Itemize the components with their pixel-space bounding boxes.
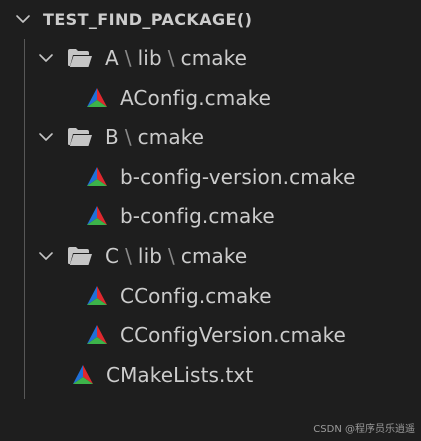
chevron-down-icon[interactable] (38, 248, 54, 264)
folder-name-cmake: cmake (180, 244, 248, 268)
tree-file-item[interactable]: b-config.cmake (0, 197, 421, 235)
cmake-file-icon (86, 324, 108, 346)
path-separator: \ (124, 125, 132, 149)
cmake-file-icon (86, 87, 108, 109)
folder-name-c: C (105, 244, 120, 268)
explorer-tree: TEST_FIND_PACKAGE() A \ lib \ cmake AConfig.… (0, 0, 421, 441)
file-label: AConfig.cmake (120, 86, 272, 110)
folder-label: B \ cmake (105, 125, 204, 149)
tree-folder-b[interactable]: B \ cmake (0, 118, 421, 156)
folder-name-cmake: cmake (137, 125, 205, 149)
folder-label: A \ lib \ cmake (105, 46, 247, 70)
tree-root-item[interactable]: TEST_FIND_PACKAGE() (0, 0, 421, 38)
folder-name-a: A (105, 46, 119, 70)
chevron-down-icon[interactable] (38, 129, 54, 145)
path-separator: \ (125, 244, 132, 268)
folder-name-b: B (105, 125, 119, 149)
file-label: b-config.cmake (120, 204, 275, 228)
chevron-down-icon[interactable] (38, 50, 54, 66)
chevron-down-icon[interactable] (15, 11, 31, 27)
folder-open-icon (67, 245, 93, 267)
cmake-file-icon (72, 364, 94, 386)
tree-file-item[interactable]: CMakeLists.txt (0, 356, 421, 394)
folder-open-icon (67, 126, 93, 148)
file-label: CMakeLists.txt (106, 363, 254, 387)
file-label: b-config-version.cmake (120, 165, 356, 189)
root-folder-label: TEST_FIND_PACKAGE() (43, 9, 253, 29)
file-label: CConfigVersion.cmake (120, 323, 346, 347)
tree-file-item[interactable]: AConfig.cmake (0, 79, 421, 117)
cmake-file-icon (86, 285, 108, 307)
tree-file-item[interactable]: CConfigVersion.cmake (0, 316, 421, 354)
folder-name-lib: lib (137, 244, 163, 268)
tree-folder-c[interactable]: C \ lib \ cmake (0, 237, 421, 275)
path-separator: \ (168, 244, 175, 268)
folder-name-lib: lib (137, 46, 162, 70)
file-label: CConfig.cmake (120, 284, 272, 308)
folder-open-icon (67, 47, 93, 69)
cmake-file-icon (86, 166, 108, 188)
folder-name-cmake: cmake (180, 46, 248, 70)
path-separator: \ (124, 46, 132, 70)
folder-label: C \ lib \ cmake (105, 244, 247, 268)
watermark: CSDN @程序员乐逍遥 (313, 424, 415, 435)
tree-file-item[interactable]: b-config-version.cmake (0, 158, 421, 196)
cmake-file-icon (86, 205, 108, 227)
path-separator: \ (167, 46, 175, 70)
tree-file-item[interactable]: CConfig.cmake (0, 277, 421, 315)
tree-folder-a[interactable]: A \ lib \ cmake (0, 39, 421, 77)
